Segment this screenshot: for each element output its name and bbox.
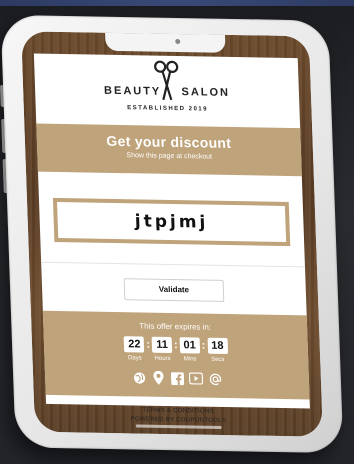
banner-subtitle: Show this page at checkout — [126, 152, 213, 161]
salon-logo: BEAUTY SALON ESTABLISHED 2019 — [101, 55, 233, 127]
timer-value: 22 — [124, 336, 145, 353]
validate-button[interactable]: Validate — [123, 278, 225, 302]
contact-icons — [49, 369, 305, 387]
offer-expires-label: This offer expires in: — [139, 321, 212, 332]
offer-section: This offer expires in: 22 Days : 11 Hour… — [42, 310, 310, 400]
timer-label: Hours — [154, 355, 171, 363]
logo-word-right: SALON — [181, 86, 231, 99]
globe-icon[interactable] — [132, 370, 146, 384]
logo-tagline: ESTABLISHED 2019 — [127, 105, 209, 113]
top-edge-glow — [0, 0, 354, 6]
youtube-icon[interactable] — [188, 371, 204, 385]
logo-area: BEAUTY SALON ESTABLISHED 2019 — [34, 53, 300, 128]
timer-label: Days — [127, 355, 142, 362]
card-footer: TERMS & CONDITIONS POWERED BY COUPONTOOL… — [46, 395, 311, 437]
phone-screen: BEAUTY SALON ESTABLISHED 2019 Get your d… — [21, 31, 323, 437]
logo-word-left: BEAUTY — [103, 84, 162, 98]
timer-value: 01 — [179, 337, 200, 354]
location-pin-icon[interactable] — [151, 370, 165, 385]
timer-value: 18 — [207, 337, 228, 355]
banner-title: Get your discount — [106, 132, 232, 151]
camera-dot — [175, 38, 181, 45]
validate-area: Validate — [41, 261, 307, 316]
discount-banner: Get your discount Show this page at chec… — [36, 123, 302, 177]
at-sign-icon[interactable] — [208, 372, 222, 386]
coupon-card: BEAUTY SALON ESTABLISHED 2019 Get your d… — [33, 53, 310, 424]
coupon-code-area: jtpjmj — [38, 172, 305, 267]
timer-value: 11 — [151, 336, 173, 354]
timer-label: Secs — [211, 356, 225, 363]
timer-separator: : — [146, 338, 151, 351]
facebook-icon[interactable] — [170, 371, 184, 385]
countdown-timer: 22 Days : 11 Hours : 01 Mins : 18 Secs — [48, 335, 305, 365]
timer-separator: : — [173, 339, 178, 352]
phone-notch — [105, 32, 226, 53]
timer-days: 22 Days — [124, 336, 145, 362]
scissors-icon — [154, 60, 179, 101]
coupon-code: jtpjmj — [52, 197, 291, 247]
timer-mins: 01 Mins — [179, 337, 200, 363]
phone-mockup: BEAUTY SALON ESTABLISHED 2019 Get your d… — [0, 14, 344, 454]
timer-label: Mins — [183, 356, 197, 363]
timer-secs: 18 Secs — [207, 337, 228, 363]
timer-hours: 11 Hours — [151, 336, 173, 363]
timer-separator: : — [201, 339, 206, 352]
